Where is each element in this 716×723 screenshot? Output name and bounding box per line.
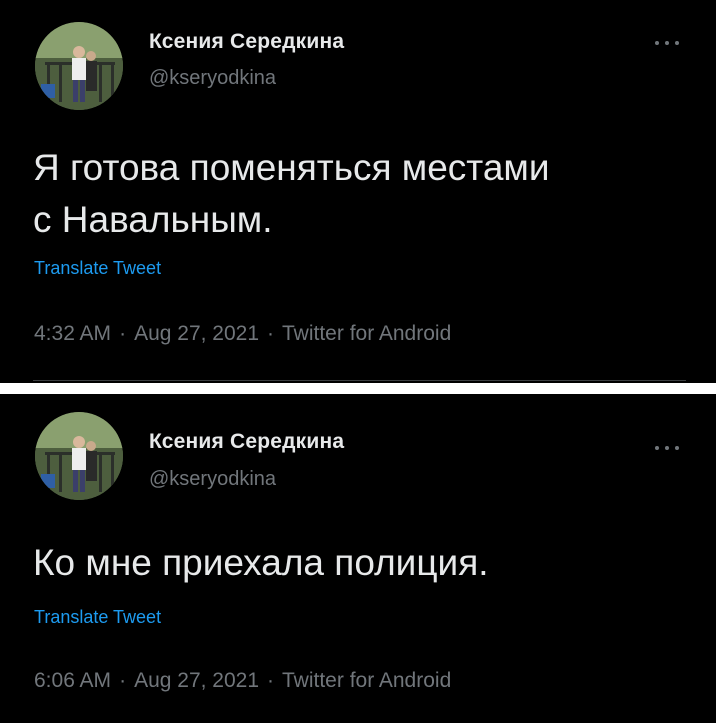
user-handle[interactable]: @kseryodkina — [149, 67, 276, 90]
tweet-text: Я готова поменяться местами с Навальным. — [33, 142, 693, 246]
meta-separator: · — [267, 322, 275, 345]
tweet-source[interactable]: Twitter for Android — [282, 322, 451, 345]
avatar[interactable] — [35, 412, 123, 500]
tweet-text-line: Я готова поменяться местами — [33, 147, 550, 188]
meta-separator: · — [267, 669, 275, 692]
tweet-time[interactable]: 6:06 AM — [34, 669, 111, 692]
user-handle[interactable]: @kseryodkina — [149, 468, 276, 491]
tweet-date[interactable]: Aug 27, 2021 — [134, 322, 259, 345]
tweet-meta: 6:06 AM · Aug 27, 2021 · Twitter for Android — [34, 669, 451, 693]
display-name[interactable]: Ксения Середкина — [149, 30, 344, 54]
avatar[interactable] — [35, 22, 123, 110]
display-name[interactable]: Ксения Середкина — [149, 430, 344, 454]
meta-separator: · — [119, 322, 127, 345]
tweet-date[interactable]: Aug 27, 2021 — [134, 669, 259, 692]
profile-photo-image — [35, 22, 123, 110]
profile-photo-image — [35, 412, 123, 500]
more-horizontal-icon[interactable] — [652, 440, 682, 450]
tweet-text: Ко мне приехала полиция. — [33, 537, 693, 589]
more-horizontal-icon[interactable] — [652, 35, 682, 45]
tweet-source[interactable]: Twitter for Android — [282, 669, 451, 692]
divider — [33, 380, 686, 381]
translate-tweet-link[interactable]: Translate Tweet — [34, 607, 161, 628]
tweet-card: Ксения Середкина @kseryodkina Ко мне при… — [0, 394, 716, 723]
translate-tweet-link[interactable]: Translate Tweet — [34, 258, 161, 279]
tweet-card: Ксения Середкина @kseryodkina Я готова п… — [0, 0, 716, 383]
meta-separator: · — [119, 669, 127, 692]
tweet-meta: 4:32 AM · Aug 27, 2021 · Twitter for Android — [34, 322, 451, 346]
tweet-text-line: с Навальным. — [33, 199, 273, 240]
tweet-time[interactable]: 4:32 AM — [34, 322, 111, 345]
tweet-text-line: Ко мне приехала полиция. — [33, 542, 489, 583]
